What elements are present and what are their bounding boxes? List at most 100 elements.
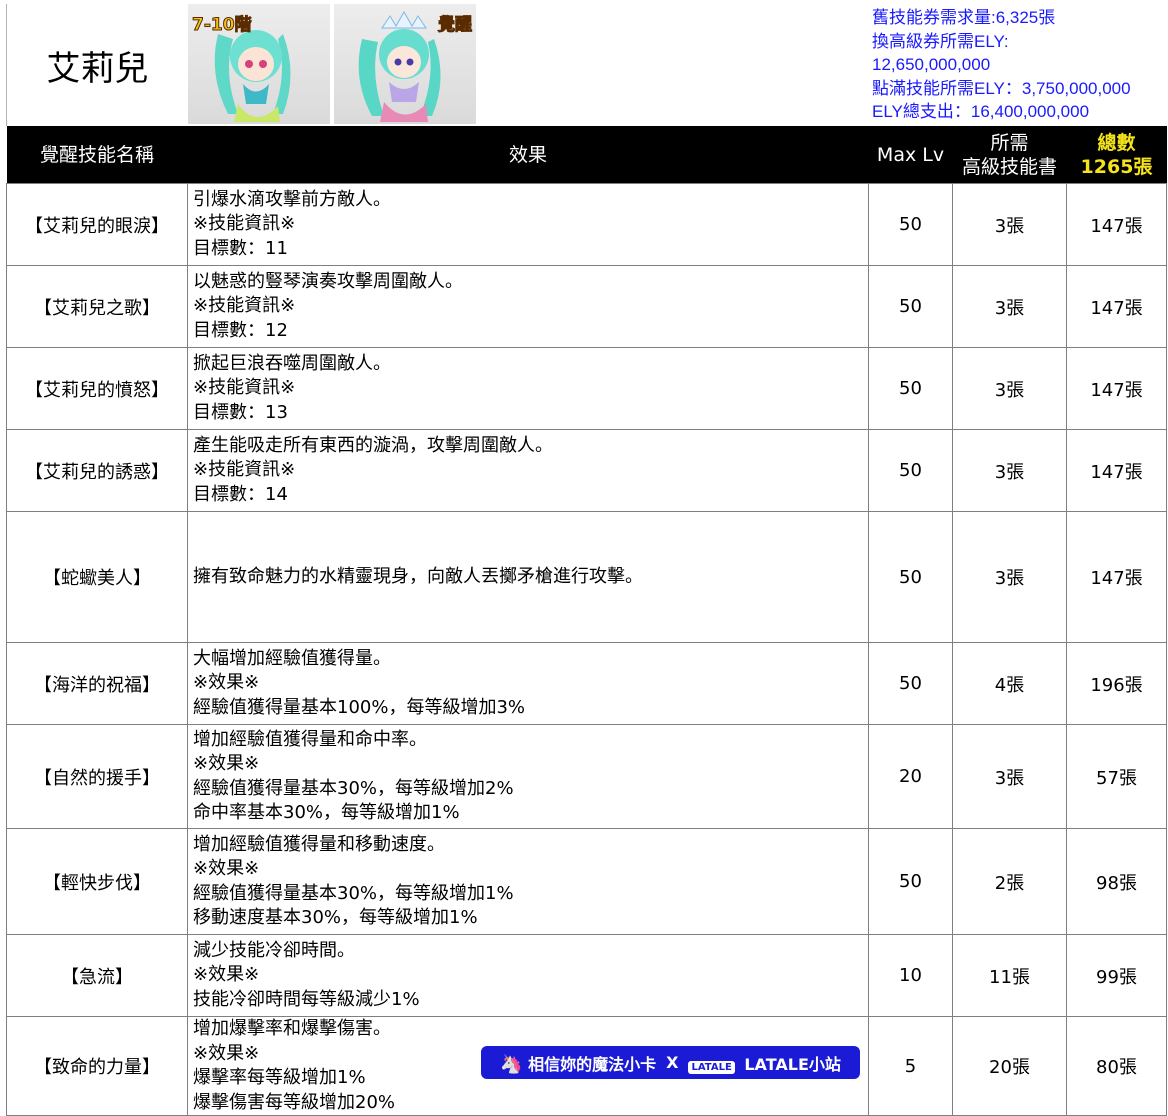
table-row: 【海洋的祝福】 大幅增加經驗值獲得量。 ※效果※ 經驗值獲得量基本100%，每等級增加…	[6, 642, 1167, 725]
table-row: 【蛇蠍美人】 擁有致命魅力的水精靈現身，向敵人丟擲矛槍進行攻擊。 50 3張 147張	[6, 511, 1167, 643]
skill-max-level: 50	[868, 511, 953, 643]
effect-line: ※效果※	[193, 672, 260, 694]
table-row: 【艾莉兒之歌】 以魅惑的豎琴演奏攻擊周圍敵人。 ※技能資訊※ 目標數：12 50 3張 14…	[6, 265, 1167, 348]
character-name: 艾莉兒	[6, 4, 188, 126]
skill-total-books: 147張	[1066, 511, 1167, 643]
table-row: 【艾莉兒的眼淚】 引爆水滴攻擊前方敵人。 ※技能資訊※ 目標數：11 50 3張 147張	[6, 183, 1167, 266]
skill-max-level: 20	[868, 724, 953, 829]
skill-max-level: 50	[868, 183, 953, 266]
total-header-line2: 1265張	[1080, 155, 1153, 178]
tier-tag: 7-10階	[192, 15, 253, 36]
table-row: 【自然的援手】 增加經驗值獲得量和命中率。 ※效果※ 經驗值獲得量基本30%，每等級增…	[6, 724, 1167, 829]
max-skill-ely: 點滿技能所需ELY：3,750,000,000	[872, 78, 1131, 98]
skill-total-books: 99張	[1066, 934, 1167, 1017]
character-portrait-2: 覺醒	[334, 4, 476, 124]
skill-max-level: 50	[868, 265, 953, 348]
effect-line: 擁有致命魅力的水精靈現身，向敵人丟擲矛槍進行攻擊。	[193, 565, 643, 587]
table-row: 【急流】 減少技能冷卻時間。 ※效果※ 技能冷卻時間每等級減少1% 10 11張 99張	[6, 934, 1167, 1017]
character-portrait-1: 7-10階	[188, 4, 330, 124]
effect-line: 經驗值獲得量基本100%，每等級增加3%	[193, 696, 526, 718]
skill-name: 【急流】	[6, 934, 188, 1017]
skill-effect: 掀起巨浪吞噬周圍敵人。 ※技能資訊※ 目標數：13	[187, 347, 869, 430]
effect-line: 引爆水滴攻擊前方敵人。	[193, 188, 391, 210]
skill-total-books: 147張	[1066, 183, 1167, 266]
effect-line: 經驗值獲得量基本30%，每等級增加1%	[193, 882, 514, 904]
skill-name: 【致命的力量】	[6, 1016, 188, 1116]
total-header-line1: 總數	[1097, 131, 1136, 154]
skill-effect: 增加經驗值獲得量和命中率。 ※效果※ 經驗值獲得量基本30%，每等級增加2% 命中率基…	[187, 724, 869, 829]
skill-effect: 增加經驗值獲得量和移動速度。 ※效果※ 經驗值獲得量基本30%，每等級增加1% 移動速…	[187, 828, 869, 935]
effect-line: 以魅惑的豎琴演奏攻擊周圍敵人。	[193, 270, 463, 292]
skill-total-books: 147張	[1066, 347, 1167, 430]
effect-line: 產生能吸走所有東西的漩渦，攻擊周圍敵人。	[193, 434, 553, 456]
skill-total-books: 196張	[1066, 642, 1167, 725]
table-row: 【艾莉兒的誘惑】 產生能吸走所有東西的漩渦，攻擊周圍敵人。 ※技能資訊※ 目標數：14…	[6, 429, 1167, 512]
skill-max-level: 50	[868, 642, 953, 725]
effect-line: 經驗值獲得量基本30%，每等級增加2%	[193, 777, 514, 799]
skill-name: 【海洋的祝福】	[6, 642, 188, 725]
effect-line: ※技能資訊※	[193, 459, 296, 481]
skill-effect: 產生能吸走所有東西的漩渦，攻擊周圍敵人。 ※技能資訊※ 目標數：14	[187, 429, 869, 512]
effect-line: 目標數：13	[193, 401, 288, 423]
table-header-row: 覺醒技能名稱 效果 Max Lv 所需 高級技能書 總數 1265張	[6, 126, 1167, 184]
old-ticket-requirement: 舊技能券需求量:6,325張	[872, 8, 1056, 27]
awakening-skill-table: 覺醒技能名稱 效果 Max Lv 所需 高級技能書 總數 1265張 【艾莉兒的…	[6, 126, 1167, 1116]
skill-books-required: 2張	[952, 828, 1067, 935]
skill-max-level: 50	[868, 828, 953, 935]
effect-line: 目標數：11	[193, 237, 288, 259]
skill-total-books: 80張	[1066, 1016, 1167, 1116]
total-ely-spend: ELY總支出：16,400,000,000	[872, 102, 1090, 121]
latale-badge-icon: LATALE	[688, 1060, 735, 1074]
effect-line: 增加經驗值獲得量和命中率。	[193, 728, 427, 750]
column-header-books: 所需 高級技能書	[952, 126, 1067, 184]
effect-line: 大幅增加經驗值獲得量。	[193, 647, 391, 669]
skill-effect: 擁有致命魅力的水精靈現身，向敵人丟擲矛槍進行攻擊。	[187, 511, 869, 643]
effect-line: 目標數：14	[193, 483, 288, 505]
column-header-max-lv: Max Lv	[868, 126, 953, 184]
skill-name: 【蛇蠍美人】	[6, 511, 188, 643]
column-header-effect: 效果	[187, 126, 869, 184]
skill-books-required: 3張	[952, 347, 1067, 430]
effect-line: 掀起巨浪吞噬周圍敵人。	[193, 352, 391, 374]
skill-books-required: 11張	[952, 934, 1067, 1017]
skill-books-required: 3張	[952, 429, 1067, 512]
skill-name: 【艾莉兒的憤怒】	[6, 347, 188, 430]
banner-right: LATALE LATALE小站	[688, 1051, 841, 1075]
skill-total-books: 147張	[1066, 429, 1167, 512]
effect-line: 移動速度基本30%，每等級增加1%	[193, 907, 478, 928]
character-header: 艾莉兒 7-10階 覺醒 舊技能券需求量:6,325張 換高級券所需ELY: 1…	[0, 0, 1168, 126]
exchange-ely-label: 換高級券所需ELY:	[872, 31, 1009, 51]
skill-max-level: 50	[868, 347, 953, 430]
skill-effect: 減少技能冷卻時間。 ※效果※ 技能冷卻時間每等級減少1%	[187, 934, 869, 1017]
banner-separator: X	[666, 1053, 679, 1072]
table-body: 【艾莉兒的眼淚】 引爆水滴攻擊前方敵人。 ※技能資訊※ 目標數：11 50 3張 147張【…	[6, 183, 1167, 1116]
banner-right-text: LATALE小站	[744, 1054, 841, 1074]
effect-line: 目標數：12	[193, 319, 288, 341]
effect-line: 技能冷卻時間每等級減少1%	[193, 988, 420, 1010]
books-header-line1: 所需	[990, 131, 1029, 154]
skill-name: 【艾莉兒之歌】	[6, 265, 188, 348]
effect-line: ※技能資訊※	[193, 377, 296, 399]
effect-line: 命中率基本30%，每等級增加1%	[193, 802, 460, 823]
skill-books-required: 20張	[952, 1016, 1067, 1116]
awakening-tag: 覺醒	[438, 15, 473, 36]
effect-line: 增加經驗值獲得量和移動速度。	[193, 833, 445, 855]
skill-books-required: 3張	[952, 724, 1067, 829]
cost-summary: 舊技能券需求量:6,325張 換高級券所需ELY: 12,650,000,000…	[872, 6, 1168, 124]
effect-line: ※效果※	[193, 858, 260, 879]
books-header-line2: 高級技能書	[961, 155, 1057, 178]
skill-books-required: 4張	[952, 642, 1067, 725]
effect-line: ※效果※	[193, 753, 260, 774]
table-row: 【輕快步伐】 增加經驗值獲得量和移動速度。 ※效果※ 經驗值獲得量基本30%，每等級增…	[6, 828, 1167, 935]
skill-effect: 引爆水滴攻擊前方敵人。 ※技能資訊※ 目標數：11	[187, 183, 869, 266]
exchange-ely-value: 12,650,000,000	[872, 55, 991, 74]
table-row: 【艾莉兒的憤怒】 掀起巨浪吞噬周圍敵人。 ※技能資訊※ 目標數：13 50 3張 147張	[6, 347, 1167, 430]
effect-line: 減少技能冷卻時間。	[193, 939, 355, 961]
skill-effect: 以魅惑的豎琴演奏攻擊周圍敵人。 ※技能資訊※ 目標數：12	[187, 265, 869, 348]
skill-name: 【艾莉兒的眼淚】	[6, 183, 188, 266]
effect-line: ※效果※	[193, 964, 260, 986]
skill-books-required: 3張	[952, 511, 1067, 643]
site-banner[interactable]: 🦄 相信妳的魔法小卡 X LATALE LATALE小站	[481, 1046, 860, 1079]
skill-total-books: 147張	[1066, 265, 1167, 348]
skill-sheet: 艾莉兒 7-10階 覺醒 舊技能券需求量:6,325張 換高級券所需ELY: 1…	[0, 0, 1168, 1116]
